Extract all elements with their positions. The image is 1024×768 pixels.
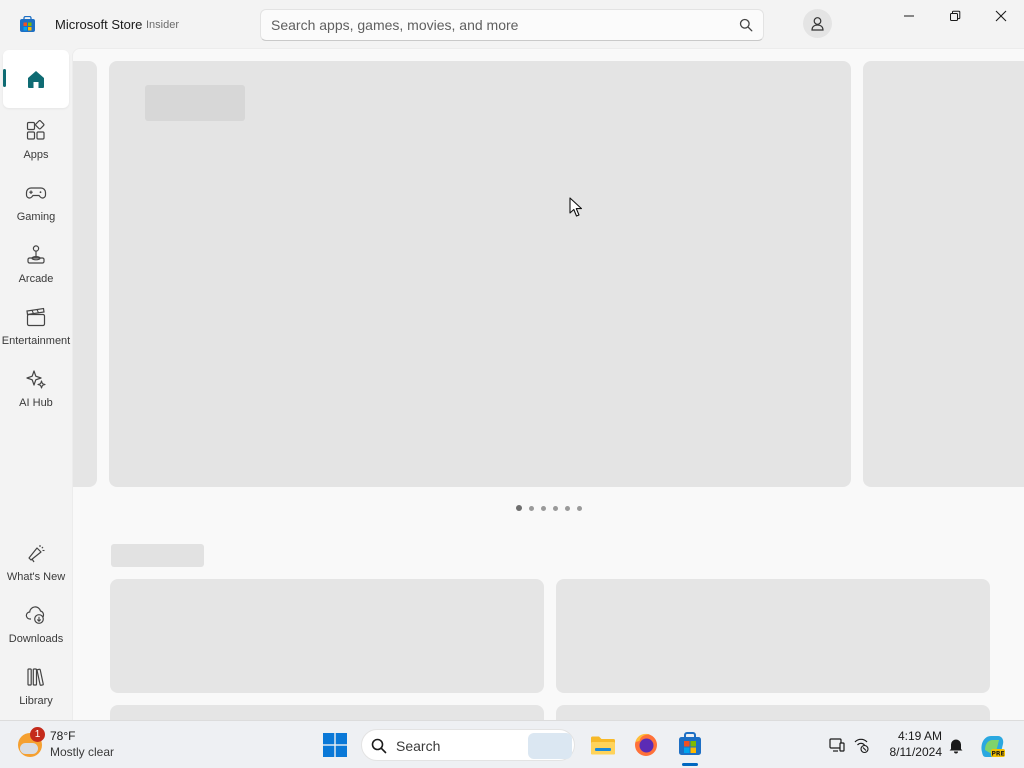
- system-clock[interactable]: 4:19 AM 8/11/2024: [880, 728, 943, 760]
- windows-start-icon[interactable]: [319, 729, 351, 761]
- nav-item-home[interactable]: [3, 50, 69, 108]
- notification-bell-icon[interactable]: [947, 736, 965, 754]
- app-title: Microsoft Store: [55, 17, 143, 32]
- active-indicator: [3, 69, 6, 87]
- weather-cloud-icon: [20, 743, 38, 754]
- nav-item-library[interactable]: Library: [3, 658, 69, 716]
- store-search-input[interactable]: [271, 10, 731, 40]
- hero-previous-card[interactable]: [73, 61, 97, 487]
- close-button[interactable]: [978, 0, 1024, 32]
- nav-item-apps[interactable]: Apps: [3, 112, 69, 170]
- minimize-icon: [904, 15, 914, 17]
- nav-item-entertainment[interactable]: Entertainment: [2, 298, 70, 356]
- sparkle-icon: [26, 370, 46, 389]
- microsoft-store-logo-icon: [20, 16, 35, 32]
- account-button[interactable]: [803, 9, 832, 38]
- file-explorer-icon[interactable]: [587, 729, 619, 761]
- close-icon: [995, 10, 1007, 22]
- nav-label-gaming: Gaming: [16, 211, 56, 223]
- hero-next-card[interactable]: [863, 61, 1024, 487]
- pager-dot[interactable]: [516, 505, 522, 511]
- notification-badge: 1: [30, 727, 45, 742]
- nav-label-entertainment: Entertainment: [1, 335, 71, 347]
- restore-button[interactable]: [932, 0, 978, 32]
- title-bar: Microsoft Store Insider: [0, 0, 1024, 48]
- weather-condition: Mostly clear: [50, 745, 115, 759]
- cloud-download-icon: [25, 606, 45, 624]
- joystick-icon: [27, 245, 45, 264]
- active-app-indicator: [682, 763, 698, 766]
- firefox-icon[interactable]: [630, 729, 662, 761]
- nav-item-ai-hub[interactable]: AI Hub: [3, 360, 69, 418]
- content-card-placeholder[interactable]: [556, 579, 990, 693]
- nav-label-ai-hub: AI Hub: [19, 397, 53, 409]
- section-title-placeholder: [111, 544, 204, 567]
- nav-item-arcade[interactable]: Arcade: [3, 236, 69, 294]
- hero-carousel-card[interactable]: [109, 61, 851, 487]
- minimize-button[interactable]: [886, 0, 932, 32]
- nav-item-whats-new[interactable]: What's New: [3, 534, 69, 592]
- nav-label-whats-new: What's New: [6, 571, 66, 583]
- mouse-cursor-icon: [569, 197, 583, 217]
- taskbar-search-label: Search: [396, 738, 441, 754]
- apps-icon: [26, 120, 45, 140]
- nav-label-apps: Apps: [23, 149, 49, 161]
- weather-widget[interactable]: 1 78°F Mostly clear: [16, 727, 136, 763]
- taskbar: 1 78°F Mostly clear Search 4:19 AM 8/11/…: [0, 720, 1024, 768]
- library-icon: [27, 668, 44, 686]
- person-icon: [811, 17, 824, 31]
- carousel-pager: [516, 504, 582, 512]
- content-area: [72, 48, 1024, 720]
- search-highlight-art-icon: [528, 733, 572, 759]
- home-icon: [28, 71, 44, 88]
- store-search-box[interactable]: [260, 9, 764, 41]
- svg-text:PRE: PRE: [991, 751, 1004, 758]
- pager-dot[interactable]: [565, 505, 570, 511]
- nav-label-arcade: Arcade: [18, 273, 54, 285]
- nav-item-gaming[interactable]: Gaming: [3, 174, 69, 232]
- gamepad-icon: [25, 187, 47, 199]
- taskbar-search-box[interactable]: Search: [361, 729, 575, 761]
- megaphone-icon: [28, 545, 45, 563]
- clock-date: 8/11/2024: [889, 745, 943, 759]
- nav-label-downloads: Downloads: [8, 633, 64, 645]
- weather-temperature: 78°F: [50, 729, 76, 743]
- search-icon: [371, 738, 387, 754]
- pager-dot[interactable]: [553, 505, 558, 511]
- pager-dot[interactable]: [577, 505, 582, 511]
- restore-icon: [950, 10, 961, 21]
- microsoft-store-taskbar-icon[interactable]: [674, 729, 706, 761]
- pager-dot[interactable]: [529, 505, 534, 511]
- hero-title-placeholder: [145, 85, 245, 121]
- pager-dot[interactable]: [541, 505, 546, 511]
- content-card-placeholder[interactable]: [110, 705, 544, 720]
- display-devices-icon[interactable]: [828, 736, 846, 754]
- content-card-placeholder[interactable]: [110, 579, 544, 693]
- content-card-placeholder[interactable]: [556, 705, 990, 720]
- search-icon[interactable]: [739, 18, 753, 32]
- navigation-rail: Apps Gaming Arcade Entertainment AI Hub …: [0, 48, 72, 720]
- clapperboard-icon: [26, 307, 46, 327]
- insider-badge: Insider: [146, 19, 180, 31]
- nav-item-downloads[interactable]: Downloads: [3, 596, 69, 654]
- clock-time: 4:19 AM: [897, 729, 942, 743]
- copilot-icon[interactable]: PRE: [976, 730, 1008, 762]
- network-status-icon[interactable]: [852, 736, 870, 754]
- nav-label-library: Library: [19, 695, 53, 707]
